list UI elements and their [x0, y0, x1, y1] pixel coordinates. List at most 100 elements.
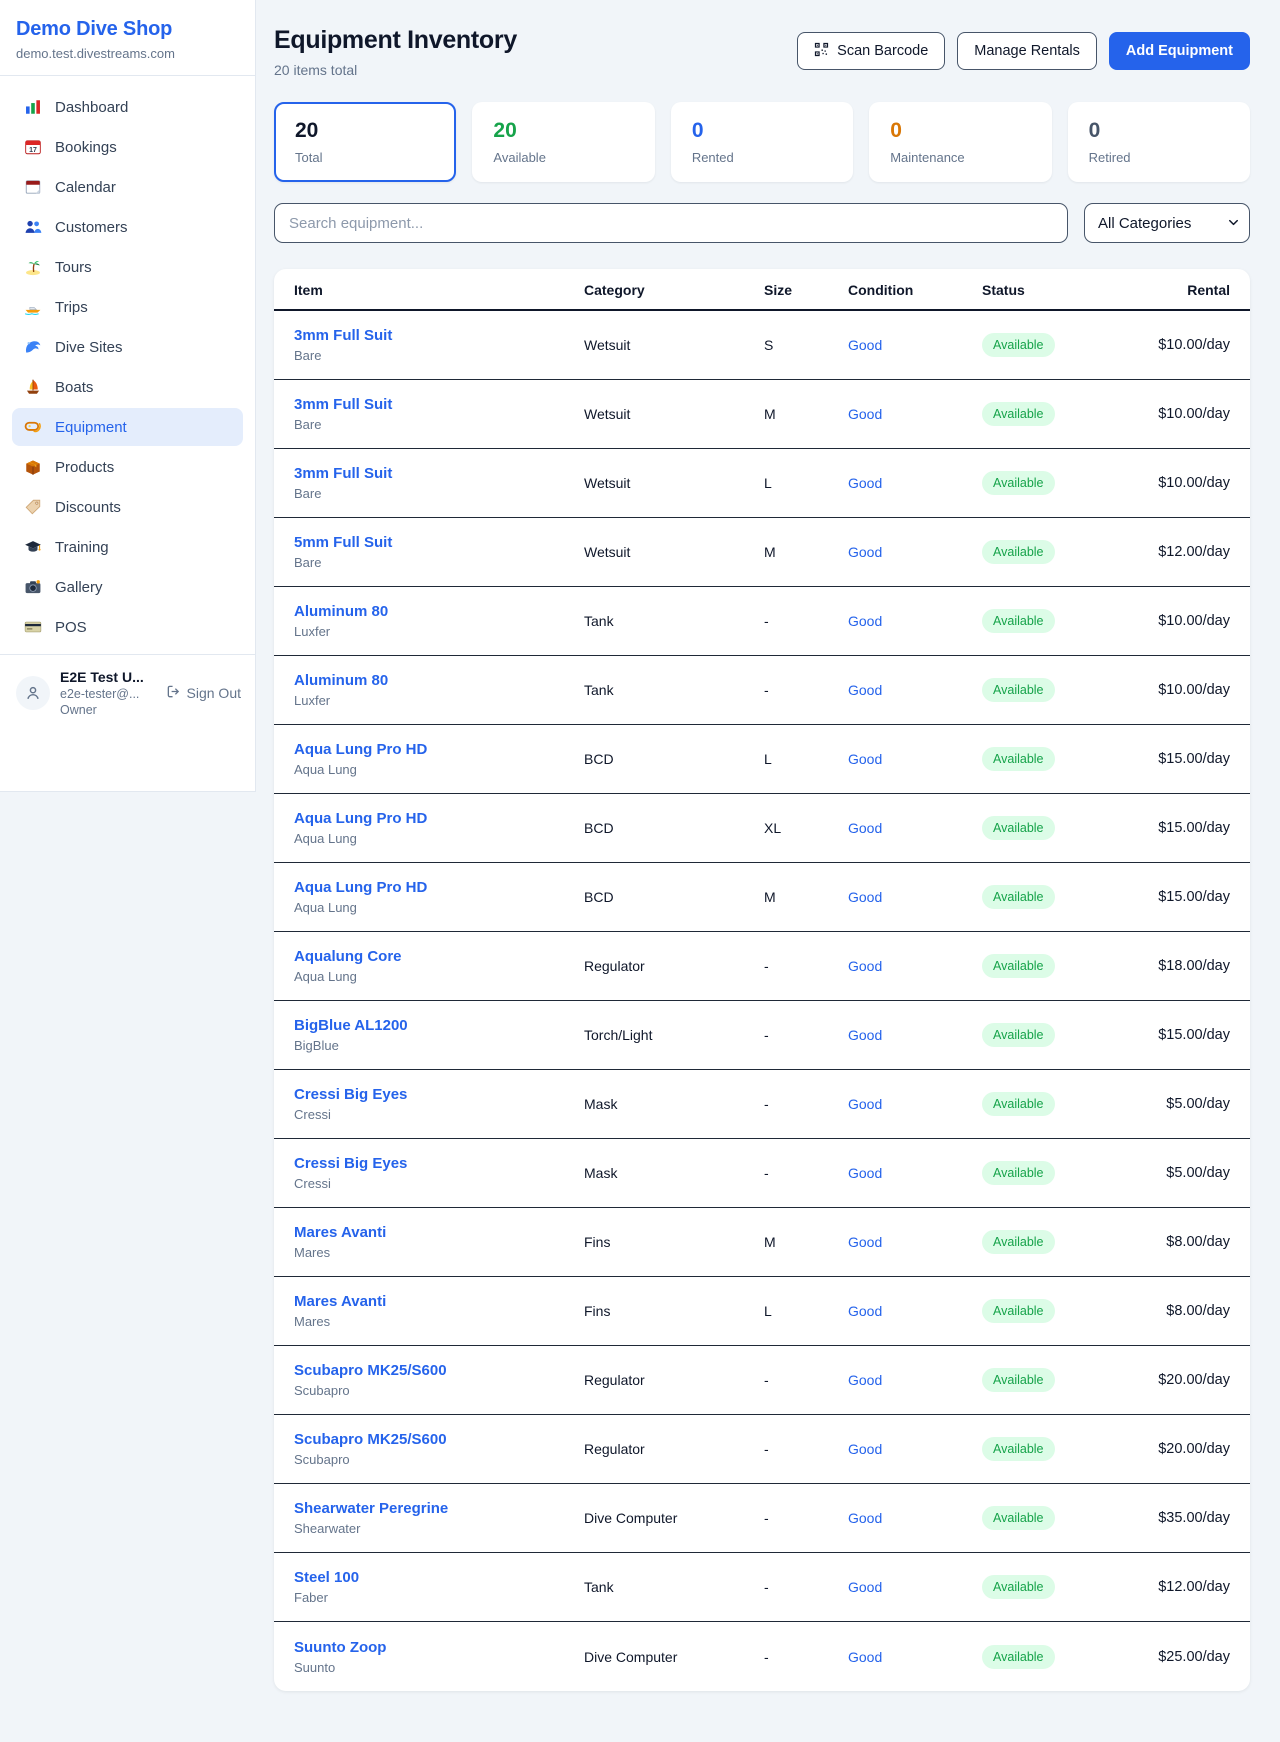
item-cell: Mares AvantiMares	[294, 1224, 584, 1260]
condition-link[interactable]: Good	[848, 751, 982, 767]
item-name-link[interactable]: Aluminum 80	[294, 672, 584, 689]
item-name-link[interactable]: Aqualung Core	[294, 948, 584, 965]
condition-link[interactable]: Good	[848, 1510, 982, 1526]
condition-link[interactable]: Good	[848, 820, 982, 836]
status-badge: Available	[982, 540, 1055, 564]
condition-link[interactable]: Good	[848, 1579, 982, 1595]
status-cell: Available	[982, 747, 1140, 771]
item-name-link[interactable]: Shearwater Peregrine	[294, 1500, 584, 1517]
sidebar-item-calendar[interactable]: Calendar	[12, 168, 243, 206]
condition-link[interactable]: Good	[848, 613, 982, 629]
size-cell: L	[764, 751, 848, 767]
item-name-link[interactable]: Aqua Lung Pro HD	[294, 810, 584, 827]
size-cell: L	[764, 1303, 848, 1319]
item-name-link[interactable]: Mares Avanti	[294, 1224, 584, 1241]
condition-link[interactable]: Good	[848, 958, 982, 974]
sidebar-item-discounts[interactable]: Discounts	[12, 488, 243, 526]
condition-link[interactable]: Good	[848, 1027, 982, 1043]
scan-barcode-button[interactable]: Scan Barcode	[797, 32, 945, 70]
item-name-link[interactable]: Aluminum 80	[294, 603, 584, 620]
status-cell: Available	[982, 471, 1140, 495]
item-name-link[interactable]: Aqua Lung Pro HD	[294, 741, 584, 758]
stat-card-available[interactable]: 20 Available	[472, 102, 654, 182]
sidebar-item-boats[interactable]: Boats	[12, 368, 243, 406]
sidebar-item-label: Customers	[55, 219, 128, 236]
condition-link[interactable]: Good	[848, 475, 982, 491]
status-badge: Available	[982, 885, 1055, 909]
add-equipment-button[interactable]: Add Equipment	[1109, 32, 1250, 70]
item-name-link[interactable]: Cressi Big Eyes	[294, 1155, 584, 1172]
stat-value: 20	[493, 119, 633, 143]
condition-link[interactable]: Good	[848, 1096, 982, 1112]
stat-label: Available	[493, 150, 633, 165]
manage-rentals-button[interactable]: Manage Rentals	[957, 32, 1097, 70]
sidebar-item-label: Boats	[55, 379, 93, 396]
sidebar-item-dashboard[interactable]: Dashboard	[12, 88, 243, 126]
graduation-cap-icon	[24, 538, 42, 556]
item-name-link[interactable]: Aqua Lung Pro HD	[294, 879, 584, 896]
item-name-link[interactable]: 5mm Full Suit	[294, 534, 584, 551]
tag-icon	[24, 498, 42, 516]
item-name-link[interactable]: Cressi Big Eyes	[294, 1086, 584, 1103]
sidebar-item-pos[interactable]: POS	[12, 608, 243, 646]
sidebar-item-tours[interactable]: Tours	[12, 248, 243, 286]
sidebar-item-customers[interactable]: Customers	[12, 208, 243, 246]
rental-cell: $10.00/day	[1158, 682, 1230, 698]
wave-icon	[24, 338, 42, 356]
condition-link[interactable]: Good	[848, 1303, 982, 1319]
stat-card-total[interactable]: 20Total	[274, 102, 456, 182]
header-actions: Scan Barcode Manage Rentals Add Equipmen…	[797, 32, 1250, 70]
sidebar-item-bookings[interactable]: 17Bookings	[12, 128, 243, 166]
condition-link[interactable]: Good	[848, 337, 982, 353]
condition-link[interactable]: Good	[848, 889, 982, 905]
condition-link[interactable]: Good	[848, 682, 982, 698]
category-cell: Wetsuit	[584, 475, 764, 491]
condition-link[interactable]: Good	[848, 544, 982, 560]
condition-link[interactable]: Good	[848, 1165, 982, 1181]
item-name-link[interactable]: 3mm Full Suit	[294, 396, 584, 413]
search-input[interactable]	[274, 203, 1068, 243]
sidebar-item-gallery[interactable]: Gallery	[12, 568, 243, 606]
category-select[interactable]: All Categories	[1084, 203, 1250, 243]
item-cell: Aqualung CoreAqua Lung	[294, 948, 584, 984]
condition-link[interactable]: Good	[848, 1441, 982, 1457]
item-name-link[interactable]: 3mm Full Suit	[294, 465, 584, 482]
stat-card-rented[interactable]: 0Rented	[671, 102, 853, 182]
brand-title[interactable]: Demo Dive Shop	[16, 18, 239, 41]
category-cell: Dive Computer	[584, 1649, 764, 1665]
condition-link[interactable]: Good	[848, 1649, 982, 1665]
sidebar-item-label: Dive Sites	[55, 339, 123, 356]
condition-link[interactable]: Good	[848, 1372, 982, 1388]
sign-out-button[interactable]: Sign Out	[166, 684, 241, 702]
item-name-link[interactable]: Suunto Zoop	[294, 1639, 584, 1656]
item-name-link[interactable]: 3mm Full Suit	[294, 327, 584, 344]
status-badge: Available	[982, 1575, 1055, 1599]
sidebar-item-equipment[interactable]: Equipment	[12, 408, 243, 446]
table-row: 3mm Full SuitBareWetsuitMGoodAvailable$1…	[274, 380, 1250, 449]
item-name-link[interactable]: BigBlue AL1200	[294, 1017, 584, 1034]
rental-cell: $25.00/day	[1158, 1649, 1230, 1665]
size-cell: -	[764, 1372, 848, 1388]
item-name-link[interactable]: Mares Avanti	[294, 1293, 584, 1310]
barcode-scan-icon	[814, 42, 829, 61]
sidebar-item-dive-sites[interactable]: Dive Sites	[12, 328, 243, 366]
stat-card-maintenance[interactable]: 0Maintenance	[869, 102, 1051, 182]
item-name-link[interactable]: Scubapro MK25/S600	[294, 1362, 584, 1379]
condition-link[interactable]: Good	[848, 1234, 982, 1250]
condition-link[interactable]: Good	[848, 406, 982, 422]
table-row: 5mm Full SuitBareWetsuitMGoodAvailable$1…	[274, 518, 1250, 587]
category-cell: Wetsuit	[584, 544, 764, 560]
stat-label: Total	[295, 150, 435, 165]
sidebar-item-trips[interactable]: Trips	[12, 288, 243, 326]
table-row: Aqua Lung Pro HDAqua LungBCDLGoodAvailab…	[274, 725, 1250, 794]
category-cell: Mask	[584, 1096, 764, 1112]
table-row: Cressi Big EyesCressiMask-GoodAvailable$…	[274, 1139, 1250, 1208]
size-cell: M	[764, 889, 848, 905]
stat-card-retired[interactable]: 0Retired	[1068, 102, 1250, 182]
sidebar-item-products[interactable]: Products	[12, 448, 243, 486]
item-name-link[interactable]: Scubapro MK25/S600	[294, 1431, 584, 1448]
sidebar-item-training[interactable]: Training	[12, 528, 243, 566]
speedboat-icon	[24, 298, 42, 316]
sidebar-item-label: Training	[55, 539, 109, 556]
item-name-link[interactable]: Steel 100	[294, 1569, 584, 1586]
